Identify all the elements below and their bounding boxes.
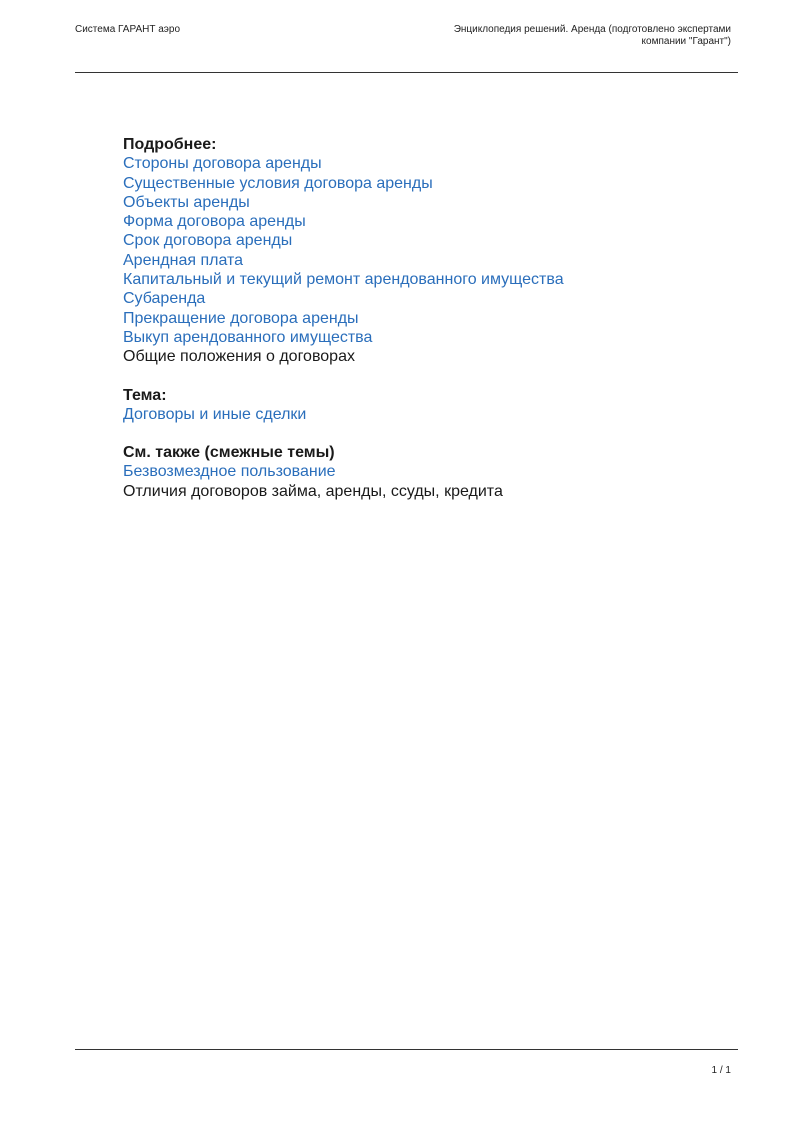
header-system-name: Система ГАРАНТ аэро (75, 24, 181, 35)
link-repair[interactable]: Капитальный и текущий ремонт арендованно… (123, 270, 723, 289)
link-lease-objects[interactable]: Объекты аренды (123, 193, 723, 212)
link-contracts-and-deals[interactable]: Договоры и иные сделки (123, 405, 723, 424)
link-free-use[interactable]: Безвозмездное пользование (123, 462, 723, 481)
footer-divider (75, 1049, 738, 1050)
item-contract-differences: Отличия договоров займа, аренды, ссуды, … (123, 482, 503, 500)
link-buyout[interactable]: Выкуп арендованного имущества (123, 328, 723, 347)
page-number: 1 / 1 (711, 1065, 731, 1076)
item-general-provisions: Общие положения о договорах (123, 348, 355, 366)
header-title-line-1: Энциклопедия решений. Аренда (подготовле… (453, 24, 731, 35)
link-lease-term[interactable]: Срок договора аренды (123, 231, 723, 250)
header-title-line-2: компании "Гарант") (641, 36, 731, 47)
link-essential-terms[interactable]: Существенные условия договора аренды (123, 174, 723, 193)
header-document-title: Энциклопедия решений. Аренда (подготовле… (411, 24, 731, 48)
link-lease-form[interactable]: Форма договора аренды (123, 212, 723, 231)
section-see-also: См. также (смежные темы) Безвозмездное п… (123, 443, 723, 501)
document-body: Подробнее: Стороны договора аренды Сущес… (123, 135, 723, 520)
link-sublease[interactable]: Субаренда (123, 289, 723, 308)
section-more-details: Подробнее: Стороны договора аренды Сущес… (123, 135, 723, 367)
header-divider (75, 72, 738, 73)
link-rent[interactable]: Арендная плата (123, 251, 723, 270)
section-heading-topic: Тема: (123, 386, 167, 404)
link-lease-parties[interactable]: Стороны договора аренды (123, 154, 723, 173)
section-heading-see-also: См. также (смежные темы) (123, 444, 335, 462)
link-termination[interactable]: Прекращение договора аренды (123, 309, 723, 328)
section-topic: Тема: Договоры и иные сделки (123, 386, 723, 425)
section-heading-more: Подробнее: (123, 136, 217, 153)
